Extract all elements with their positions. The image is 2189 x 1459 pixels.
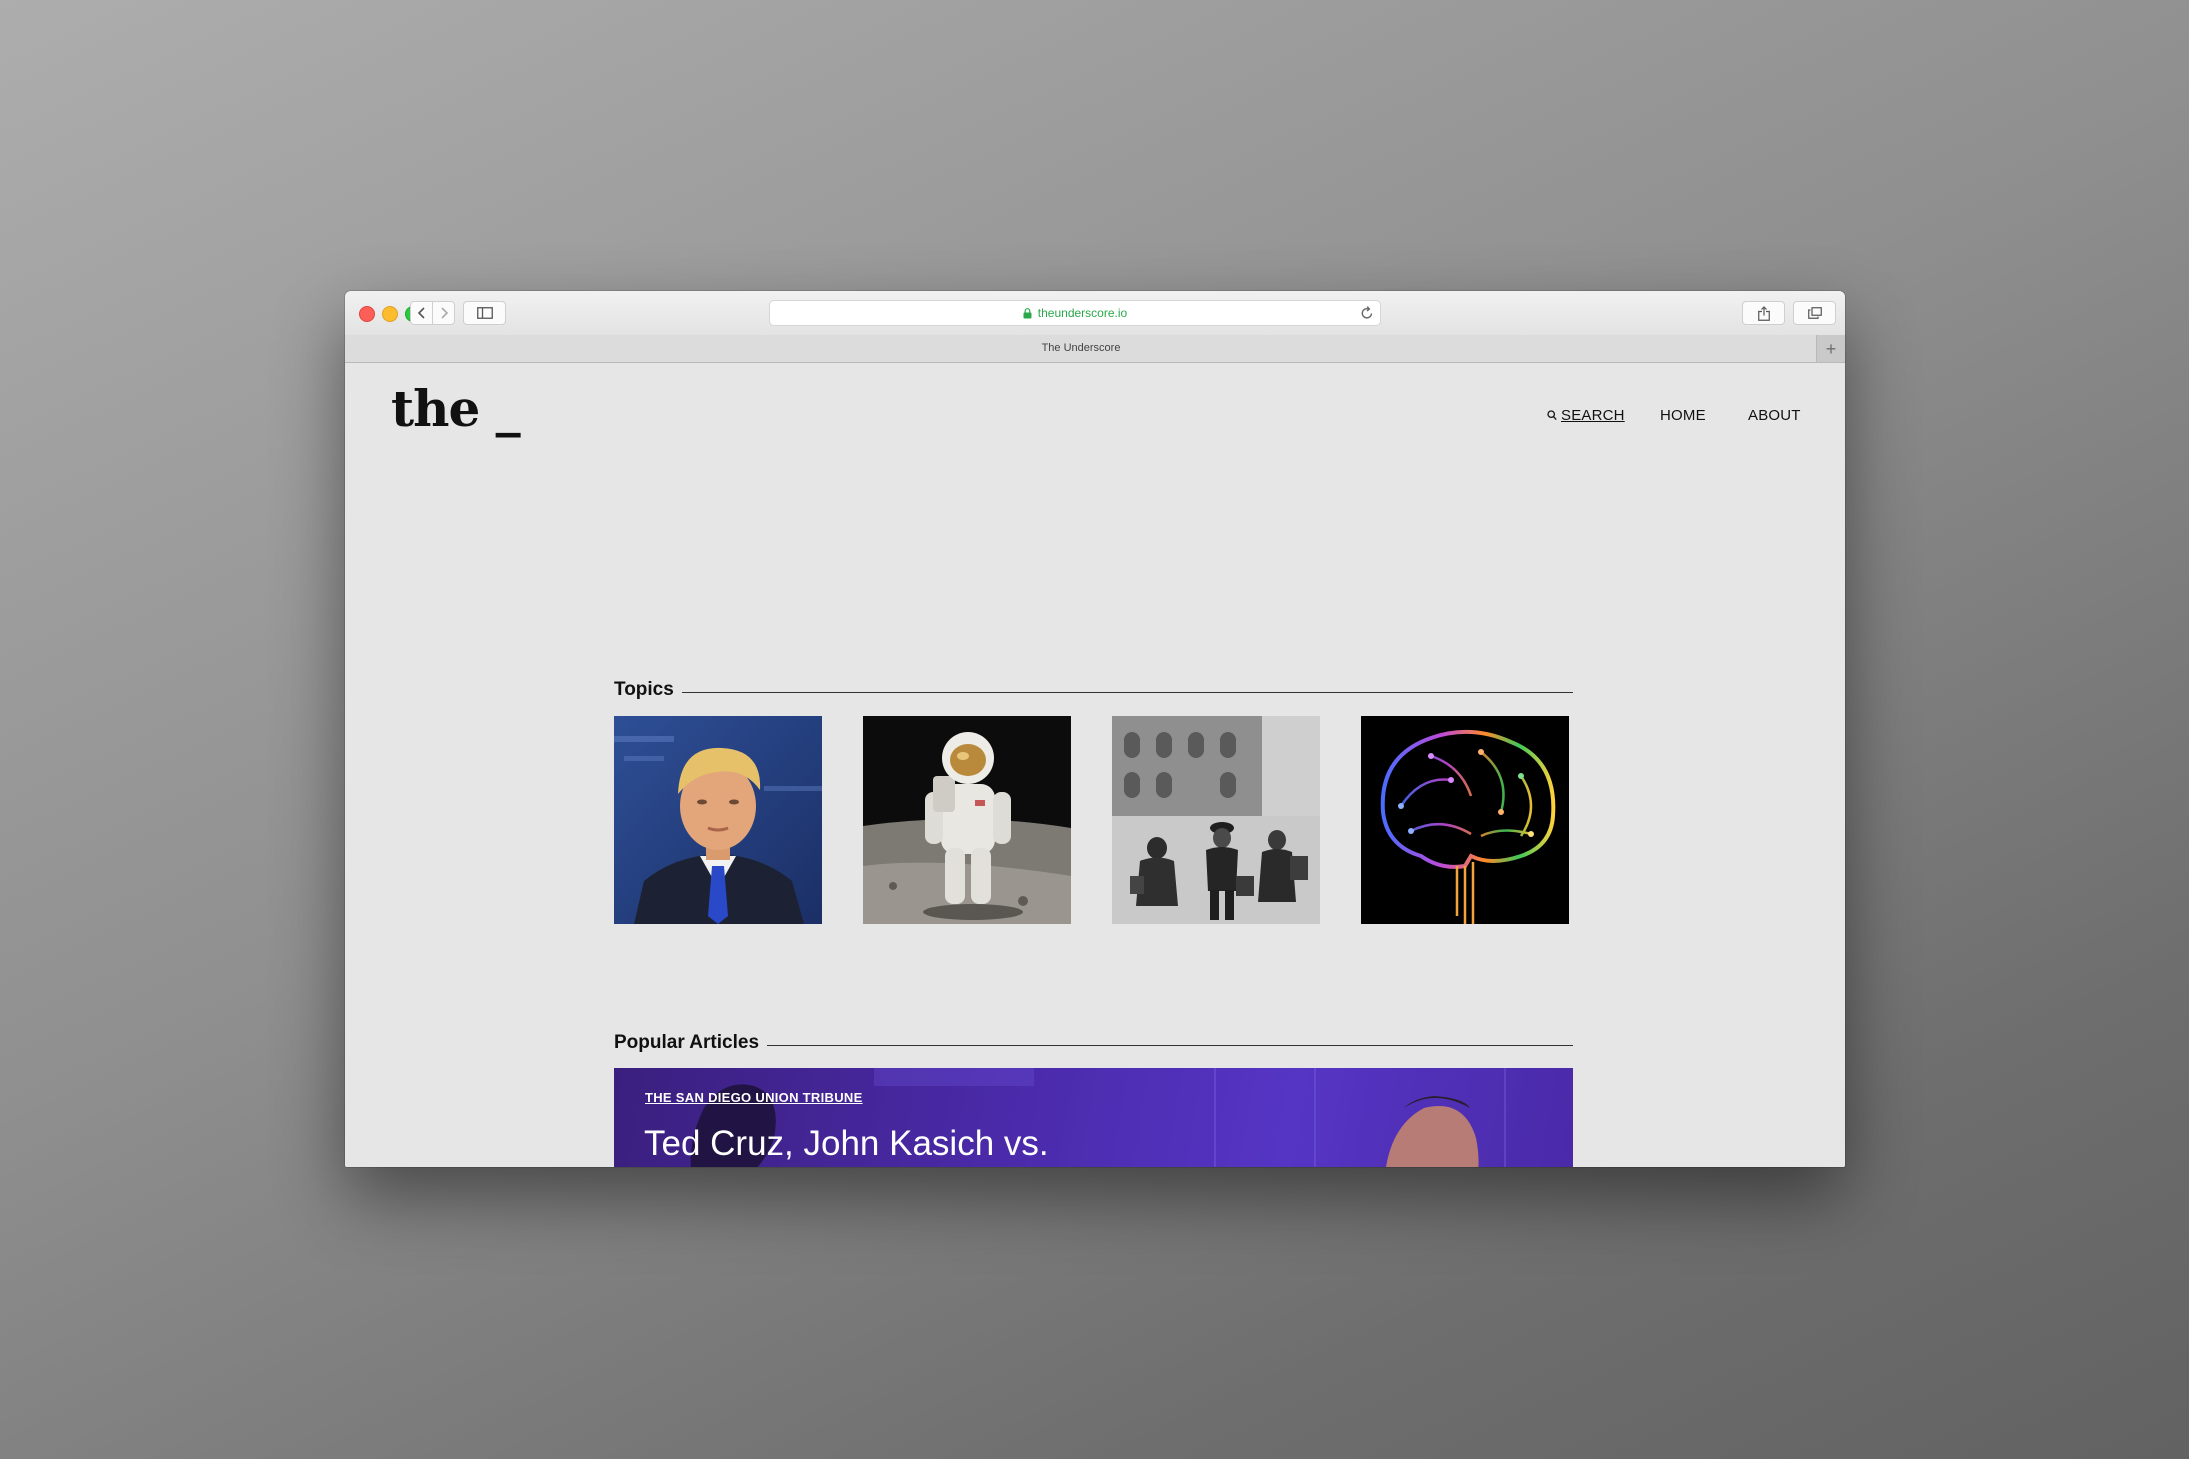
topics-section-header: Topics xyxy=(614,679,1573,701)
popular-section-header: Popular Articles xyxy=(614,1032,1573,1054)
section-divider xyxy=(767,1044,1573,1047)
tab-the-underscore[interactable]: The Underscore xyxy=(345,335,1817,362)
search-link-label: SEARCH xyxy=(1561,407,1625,424)
home-link[interactable]: HOME xyxy=(1660,407,1706,424)
forward-icon xyxy=(440,307,448,319)
web-page: the _ SEARCH HOME ABOUT Topics Popular A… xyxy=(345,363,1845,1167)
share-icon xyxy=(1757,305,1770,321)
sidebar-icon xyxy=(476,307,493,319)
topic-tile-immigration[interactable] xyxy=(1112,716,1320,924)
circuit-brain-image xyxy=(1361,716,1569,924)
popular-heading: Popular Articles xyxy=(614,1032,760,1053)
address-bar[interactable]: theunderscore.io xyxy=(769,300,1381,326)
about-link[interactable]: ABOUT xyxy=(1748,407,1801,424)
section-divider xyxy=(681,691,1573,694)
url-text: theunderscore.io xyxy=(1037,306,1128,320)
new-tab-button[interactable]: + xyxy=(1816,335,1845,362)
browser-window: theunderscore.io The Underscore + the _ … xyxy=(345,291,1845,1167)
astronaut-image xyxy=(863,716,1071,924)
search-link[interactable]: SEARCH xyxy=(1547,407,1625,424)
back-icon xyxy=(417,307,425,319)
article-source-link[interactable]: THE SAN DIEGO UNION TRIBUNE xyxy=(645,1090,863,1105)
tab-overview-button[interactable] xyxy=(1793,301,1836,325)
minimize-window-button[interactable] xyxy=(382,306,398,322)
site-logo[interactable]: the _ xyxy=(391,384,521,434)
tab-bar: The Underscore + xyxy=(345,335,1845,363)
topic-tile-space[interactable] xyxy=(863,716,1071,924)
featured-article-card[interactable]: THE SAN DIEGO UNION TRIBUNE Ted Cruz, Jo… xyxy=(614,1068,1573,1167)
back-button[interactable] xyxy=(410,301,433,325)
url-display[interactable]: theunderscore.io xyxy=(770,301,1380,325)
sidebar-button[interactable] xyxy=(463,301,506,325)
topics-heading: Topics xyxy=(614,679,674,700)
topic-tile-technology[interactable] xyxy=(1361,716,1569,924)
lock-icon xyxy=(1023,307,1032,318)
close-window-button[interactable] xyxy=(359,306,375,322)
topic-tile-politics[interactable] xyxy=(614,716,822,924)
article-headline[interactable]: Ted Cruz, John Kasich vs. xyxy=(644,1124,1049,1164)
portrait-image xyxy=(614,716,822,924)
tabs-icon xyxy=(1807,307,1822,319)
share-button[interactable] xyxy=(1742,301,1785,325)
browser-toolbar: theunderscore.io xyxy=(345,291,1845,336)
forward-button[interactable] xyxy=(432,301,455,325)
search-icon xyxy=(1547,410,1557,421)
historic-photo-image xyxy=(1112,716,1320,924)
reload-icon[interactable] xyxy=(1360,305,1374,321)
